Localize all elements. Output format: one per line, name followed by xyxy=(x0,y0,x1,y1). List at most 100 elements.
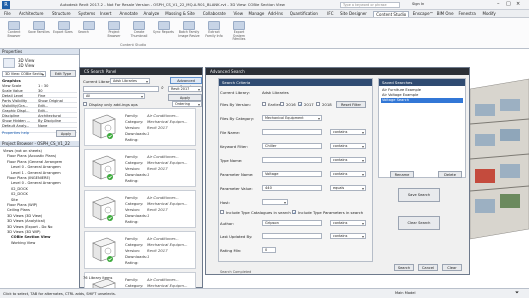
param-value-input[interactable]: 440 xyxy=(262,185,322,191)
version-2018-checkbox[interactable] xyxy=(316,102,320,106)
search-icon[interactable]: ⌕ xyxy=(161,86,164,91)
property-value[interactable]: None xyxy=(38,124,47,128)
file-name-op-select[interactable]: contains xyxy=(330,129,366,135)
ribbon-button-content-browser[interactable]: Content Browser xyxy=(3,21,25,41)
rename-button[interactable]: Rename xyxy=(390,171,414,178)
include-type-catalogues-checkbox[interactable] xyxy=(220,210,224,214)
maximize-icon[interactable]: □ xyxy=(506,2,511,7)
reset-filter-button[interactable]: Reset Filter xyxy=(336,101,366,108)
instance-selector[interactable]: 3D View: COBie Sectio xyxy=(2,71,46,77)
keyword-filter-input[interactable]: Chiller xyxy=(262,143,322,149)
properties-help-link[interactable]: Properties help xyxy=(2,131,29,136)
library-item-card[interactable]: Family: Air Conditioner... Category: Mechan… xyxy=(84,108,196,146)
property-value[interactable]: By Discipline xyxy=(38,119,61,123)
ribbon-tab-content-studio[interactable]: Content Studio xyxy=(373,11,410,17)
ribbon-tab-architecture[interactable]: Architecture xyxy=(17,11,46,17)
category-select[interactable]: Mechanical Equipment xyxy=(262,115,322,121)
version-2017-checkbox[interactable] xyxy=(298,102,302,107)
cs-apply-button[interactable]: Apply xyxy=(168,94,202,101)
include-type-params-checkbox[interactable] xyxy=(292,210,296,215)
ribbon-tab-systems[interactable]: Systems xyxy=(76,11,97,17)
cs-search-input[interactable] xyxy=(83,86,159,92)
search-box[interactable]: Type a keyword or phrase xyxy=(340,2,400,8)
type-name-op-select[interactable]: contains xyxy=(330,157,366,163)
minimize-icon[interactable]: – xyxy=(497,2,500,7)
version-earlier-checkbox[interactable] xyxy=(262,102,266,106)
ribbon-tab-manage[interactable]: Manage xyxy=(247,11,267,17)
property-value[interactable]: Edit... xyxy=(38,109,48,113)
browser-tree-item[interactable]: Working View xyxy=(11,241,35,245)
ribbon-button-search[interactable]: Search xyxy=(78,21,100,41)
browser-tree-item[interactable]: Floor Plans (INGENIERE) xyxy=(7,176,50,180)
last-updated-op-select[interactable]: contains xyxy=(330,233,366,239)
ribbon-button-export-sizes[interactable]: Export Sizes xyxy=(53,21,75,41)
apply-button[interactable]: Apply xyxy=(56,130,76,137)
ribbon-tab-quantification[interactable]: Quantification xyxy=(288,11,320,17)
browser-tree-item[interactable]: COBie Section View xyxy=(11,235,50,239)
library-item-card[interactable]: Family: Air Conditioner... Category: Mechan… xyxy=(84,149,196,187)
browser-tree-item[interactable]: 3D Views (3D View) xyxy=(7,214,42,218)
ribbon-button-project-browser[interactable]: Project Browser xyxy=(103,21,125,41)
ordering-select[interactable]: Ordering xyxy=(172,101,202,107)
ribbon-tab-insert[interactable]: Insert xyxy=(98,11,113,17)
revit-logo-icon[interactable]: R xyxy=(2,1,10,9)
ribbon-button-sync-reports[interactable]: Sync Reports xyxy=(153,21,175,41)
version-2016-checkbox[interactable] xyxy=(280,102,284,106)
ribbon-tab-file[interactable]: File xyxy=(2,11,13,17)
library-item-card[interactable]: Family: Air Conditioner... Category: Mechan… xyxy=(84,231,196,269)
browser-tree-item[interactable]: Floor Plans (General Arrangem xyxy=(7,160,62,164)
param-name-input[interactable]: Voltage xyxy=(262,171,322,177)
file-name-input[interactable] xyxy=(262,129,322,135)
property-value[interactable]: Show Original xyxy=(38,99,63,103)
property-value[interactable]: Fine xyxy=(38,94,45,98)
browser-tree-item[interactable]: 3D Views (Export - Do No xyxy=(7,225,52,229)
author-input[interactable]: Gripson xyxy=(262,220,322,226)
ribbon-tab-annotate[interactable]: Annotate xyxy=(118,11,140,17)
ribbon-tab-analyze[interactable]: Analyze xyxy=(142,11,162,17)
property-value[interactable]: 1 : 30 xyxy=(38,84,48,88)
ribbon-button-save-families[interactable]: Save Families xyxy=(28,21,50,41)
browser-tree-item[interactable]: Views (not on sheets) xyxy=(3,149,42,153)
save-search-button[interactable]: Save Search xyxy=(398,188,440,202)
ribbon-tab-massing-site[interactable]: Massing & Site xyxy=(163,11,197,17)
ribbon-tab-bim-one[interactable]: BIM One xyxy=(435,11,456,17)
last-updated-input[interactable] xyxy=(262,233,322,239)
ribbon-button-export-system-families[interactable]: Export System Families xyxy=(228,21,250,41)
ribbon-tab-structure[interactable]: Structure xyxy=(50,11,73,17)
filter-icon[interactable]: ⏷ xyxy=(515,291,519,296)
ribbon-tab-add-ins[interactable]: Add-Ins xyxy=(266,11,285,17)
delete-button[interactable]: Delete xyxy=(438,171,462,178)
close-icon[interactable]: × xyxy=(516,2,520,7)
ribbon-tab-modify[interactable]: Modify xyxy=(481,11,498,17)
filter-all-select[interactable]: All xyxy=(83,93,145,99)
browser-tree-item[interactable]: 02_DOCK xyxy=(11,187,28,191)
ribbon-tab-collaborate[interactable]: Collaborate xyxy=(201,11,228,17)
browser-tree-item[interactable]: Level 0 - General Arrangem xyxy=(11,165,61,169)
property-value[interactable]: Edit... xyxy=(38,104,48,108)
library-select[interactable]: Adsk Libraries xyxy=(110,78,150,84)
author-op-select[interactable]: contains xyxy=(330,220,366,226)
ribbon-button-extract-family-info[interactable]: Extract Family Info xyxy=(203,21,225,41)
ribbon-tab-ifc[interactable]: IFC xyxy=(325,11,335,17)
param-value-op-select[interactable]: equals xyxy=(330,185,366,191)
type-name-input[interactable] xyxy=(262,157,322,163)
ribbon-tab-fenestra[interactable]: Fenestra xyxy=(457,11,478,17)
property-value[interactable]: Architectural xyxy=(38,114,61,118)
browser-tree-item[interactable]: Level 1 - General Arrangem xyxy=(11,171,61,175)
keyword-op-select[interactable]: contains xyxy=(330,143,366,149)
display-all-checkbox[interactable] xyxy=(83,102,87,106)
property-value[interactable]: 30 xyxy=(38,89,43,93)
rating-min-input[interactable]: 0 xyxy=(262,247,276,253)
ribbon-tab-view[interactable]: View xyxy=(232,11,246,17)
browser-tree-item[interactable]: Floor Plans (WIP) xyxy=(7,203,37,207)
param-name-op-select[interactable]: contains xyxy=(330,171,366,177)
browser-tree-item[interactable]: Site xyxy=(11,198,18,202)
browser-tree-item[interactable]: Level 0 - General Arrangem xyxy=(11,181,61,185)
search-button[interactable]: Search xyxy=(394,264,414,271)
clear-button[interactable]: Clear xyxy=(442,264,462,271)
library-item-card[interactable]: Family: Air Conditioner... Category: Mechan… xyxy=(84,190,196,228)
browser-tree-item[interactable]: 02_DOCK xyxy=(11,192,28,196)
host-select[interactable] xyxy=(262,199,288,205)
browser-tree-item[interactable]: 3D Views (3D WIP) xyxy=(7,230,41,234)
edit-type-button[interactable]: Edit Type xyxy=(50,70,76,77)
